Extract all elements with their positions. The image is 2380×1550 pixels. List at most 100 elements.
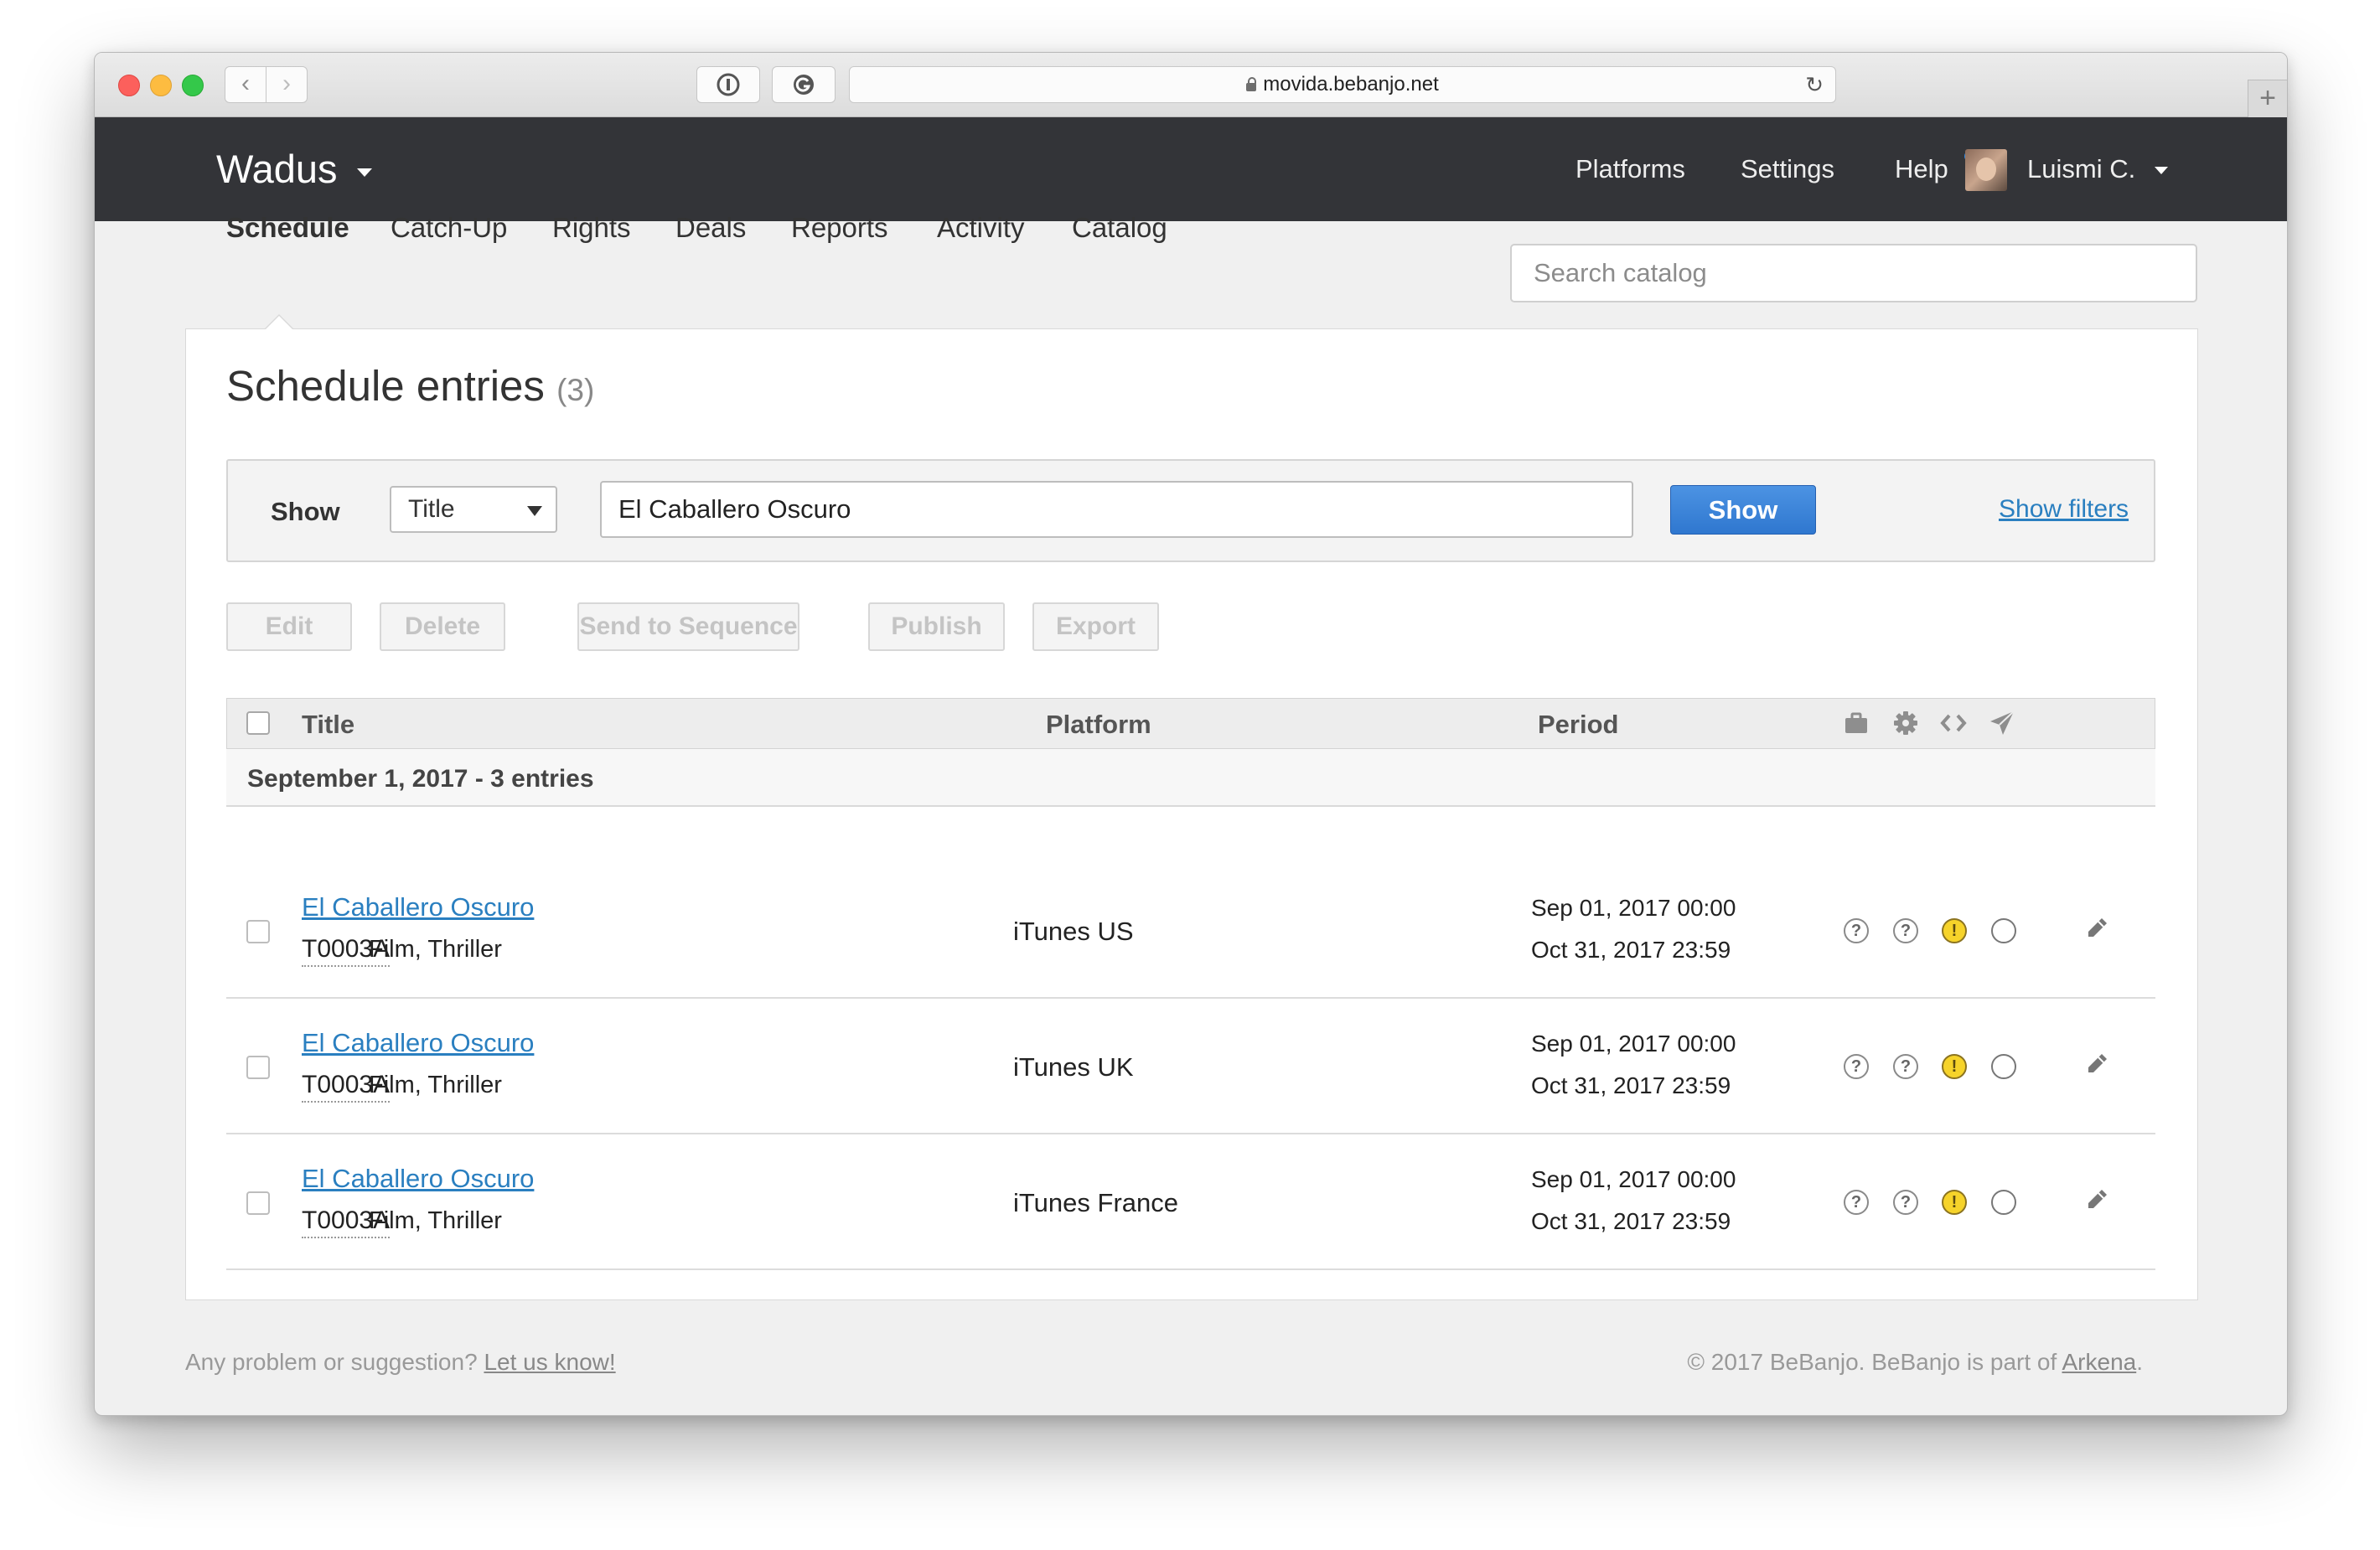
tab-rights[interactable]: Rights — [552, 212, 631, 244]
select-all-checkbox[interactable] — [246, 711, 270, 735]
lock-icon — [1246, 77, 1257, 91]
row-genre: Film, Thriller — [369, 936, 502, 963]
question-icon[interactable]: ? — [1893, 918, 1918, 943]
question-icon[interactable]: ? — [1844, 1190, 1869, 1215]
minimize-window-button[interactable] — [150, 75, 172, 96]
footer-feedback-text: Any problem or suggestion? — [185, 1349, 478, 1375]
user-name: Luismi C. — [2027, 154, 2136, 183]
empty-circle-icon[interactable] — [1991, 1190, 2016, 1215]
filter-label: Show — [271, 497, 340, 526]
edit-pencil-icon[interactable] — [2084, 916, 2109, 941]
row-platform: iTunes US — [1013, 917, 1134, 946]
reload-icon[interactable]: ↻ — [1805, 67, 1824, 102]
tab-catch-up[interactable]: Catch-Up — [391, 212, 507, 244]
entry-count: (3) — [556, 373, 595, 407]
delete-button[interactable]: Delete — [380, 602, 505, 651]
gear-icon — [1894, 711, 1917, 735]
footer-feedback: Any problem or suggestion? Let us know! — [185, 1349, 616, 1376]
group-label: September 1, 2017 - 3 entries — [247, 765, 594, 793]
row-divider — [226, 1268, 2155, 1270]
send-to-sequence-button[interactable]: Send to Sequence — [577, 602, 799, 651]
page-title: Schedule entries (3) — [226, 361, 594, 411]
forward-button[interactable]: › — [266, 66, 308, 103]
question-icon[interactable]: ? — [1844, 918, 1869, 943]
url-text: movida.bebanjo.net — [1263, 73, 1439, 96]
nav-help-label: Help — [1895, 154, 1948, 183]
row-title-link[interactable]: El Caballero Oscuro — [302, 1028, 534, 1058]
caret-down-icon — [356, 168, 372, 177]
row-period-start: Sep 01, 2017 00:00 — [1531, 1166, 1736, 1192]
edit-button[interactable]: Edit — [226, 602, 352, 651]
question-icon[interactable]: ? — [1893, 1054, 1918, 1079]
footer-copyright: © 2017 BeBanjo. BeBanjo is part of Arken… — [1687, 1349, 2143, 1376]
grammarly-button[interactable] — [772, 66, 836, 103]
publish-button[interactable]: Publish — [868, 602, 1005, 651]
chevron-left-icon: ‹ — [241, 70, 250, 97]
new-tab-button[interactable]: + — [2248, 80, 2287, 117]
user-menu[interactable]: Luismi C. — [2027, 117, 2168, 221]
avatar[interactable] — [1965, 149, 2007, 191]
row-checkbox[interactable] — [246, 1056, 270, 1079]
copyright-text: © 2017 BeBanjo. BeBanjo is part of — [1687, 1349, 2057, 1375]
active-tab-pointer — [265, 314, 293, 329]
filter-value-input[interactable] — [600, 481, 1633, 538]
row-genre: Film, Thriller — [369, 1072, 502, 1098]
edit-pencil-icon[interactable] — [2084, 1051, 2109, 1077]
onepassword-icon — [717, 73, 740, 96]
row-divider — [226, 997, 2155, 999]
app-header: Wadus Platforms Settings Help Luismi C. — [95, 117, 2287, 221]
tab-reports[interactable]: Reports — [791, 212, 888, 244]
show-button[interactable]: Show — [1670, 485, 1816, 535]
row-checkbox[interactable] — [246, 1191, 270, 1215]
tab-activity[interactable]: Activity — [937, 212, 1025, 244]
row-period-end: Oct 31, 2017 23:59 — [1531, 937, 1731, 963]
briefcase-icon — [1845, 712, 1867, 733]
column-period[interactable]: Period — [1538, 710, 1618, 740]
row-period-start: Sep 01, 2017 00:00 — [1531, 1031, 1736, 1057]
tab-catalog[interactable]: Catalog — [1072, 212, 1167, 244]
row-genre: Film, Thriller — [369, 1207, 502, 1234]
feedback-link[interactable]: Let us know! — [484, 1349, 615, 1375]
show-filters-link[interactable]: Show filters — [1999, 495, 2129, 524]
row-platform: iTunes France — [1013, 1188, 1178, 1217]
brand-menu[interactable]: Wadus — [216, 146, 372, 192]
row-title-link[interactable]: El Caballero Oscuro — [302, 1164, 534, 1194]
address-bar[interactable]: movida.bebanjo.net ↻ — [849, 66, 1836, 103]
close-window-button[interactable] — [118, 75, 140, 96]
warning-icon[interactable]: ! — [1942, 1190, 1967, 1215]
column-title[interactable]: Title — [302, 710, 354, 740]
row-period-start: Sep 01, 2017 00:00 — [1531, 895, 1736, 921]
empty-circle-icon[interactable] — [1991, 1054, 2016, 1079]
dropdown-arrow-icon — [527, 506, 542, 516]
plus-icon: + — [2259, 82, 2276, 114]
nav-platforms[interactable]: Platforms — [1575, 117, 1685, 221]
send-icon — [1990, 710, 2015, 735]
row-title-link[interactable]: El Caballero Oscuro — [302, 892, 534, 922]
question-icon[interactable]: ? — [1893, 1190, 1918, 1215]
row-period-end: Oct 31, 2017 23:59 — [1531, 1208, 1731, 1234]
warning-icon[interactable]: ! — [1942, 918, 1967, 943]
export-button[interactable]: Export — [1032, 602, 1159, 651]
row-checkbox[interactable] — [246, 920, 270, 943]
tab-schedule[interactable]: Schedule — [226, 212, 349, 244]
column-platform[interactable]: Platform — [1046, 710, 1151, 740]
question-icon[interactable]: ? — [1844, 1054, 1869, 1079]
filter-field-select[interactable]: Title — [390, 486, 557, 533]
tab-deals[interactable]: Deals — [675, 212, 746, 244]
password-manager-button[interactable] — [696, 66, 760, 103]
edit-pencil-icon[interactable] — [2084, 1187, 2109, 1212]
page-title-text: Schedule entries — [226, 362, 545, 410]
search-catalog-input[interactable] — [1510, 244, 2197, 302]
back-button[interactable]: ‹ — [225, 66, 266, 103]
filter-field-value: Title — [408, 495, 455, 523]
warning-icon[interactable]: ! — [1942, 1054, 1967, 1079]
zoom-window-button[interactable] — [182, 75, 204, 96]
browser-toolbar: ‹ › movida.bebanjo.net ↻ + — [95, 53, 2287, 117]
nav-settings[interactable]: Settings — [1741, 117, 1834, 221]
empty-circle-icon[interactable] — [1991, 918, 2016, 943]
grammarly-icon — [794, 75, 814, 95]
copyright-period: . — [2136, 1349, 2143, 1375]
row-platform: iTunes UK — [1013, 1052, 1134, 1082]
code-icon — [1940, 714, 1967, 732]
arkena-link[interactable]: Arkena — [2062, 1349, 2137, 1375]
